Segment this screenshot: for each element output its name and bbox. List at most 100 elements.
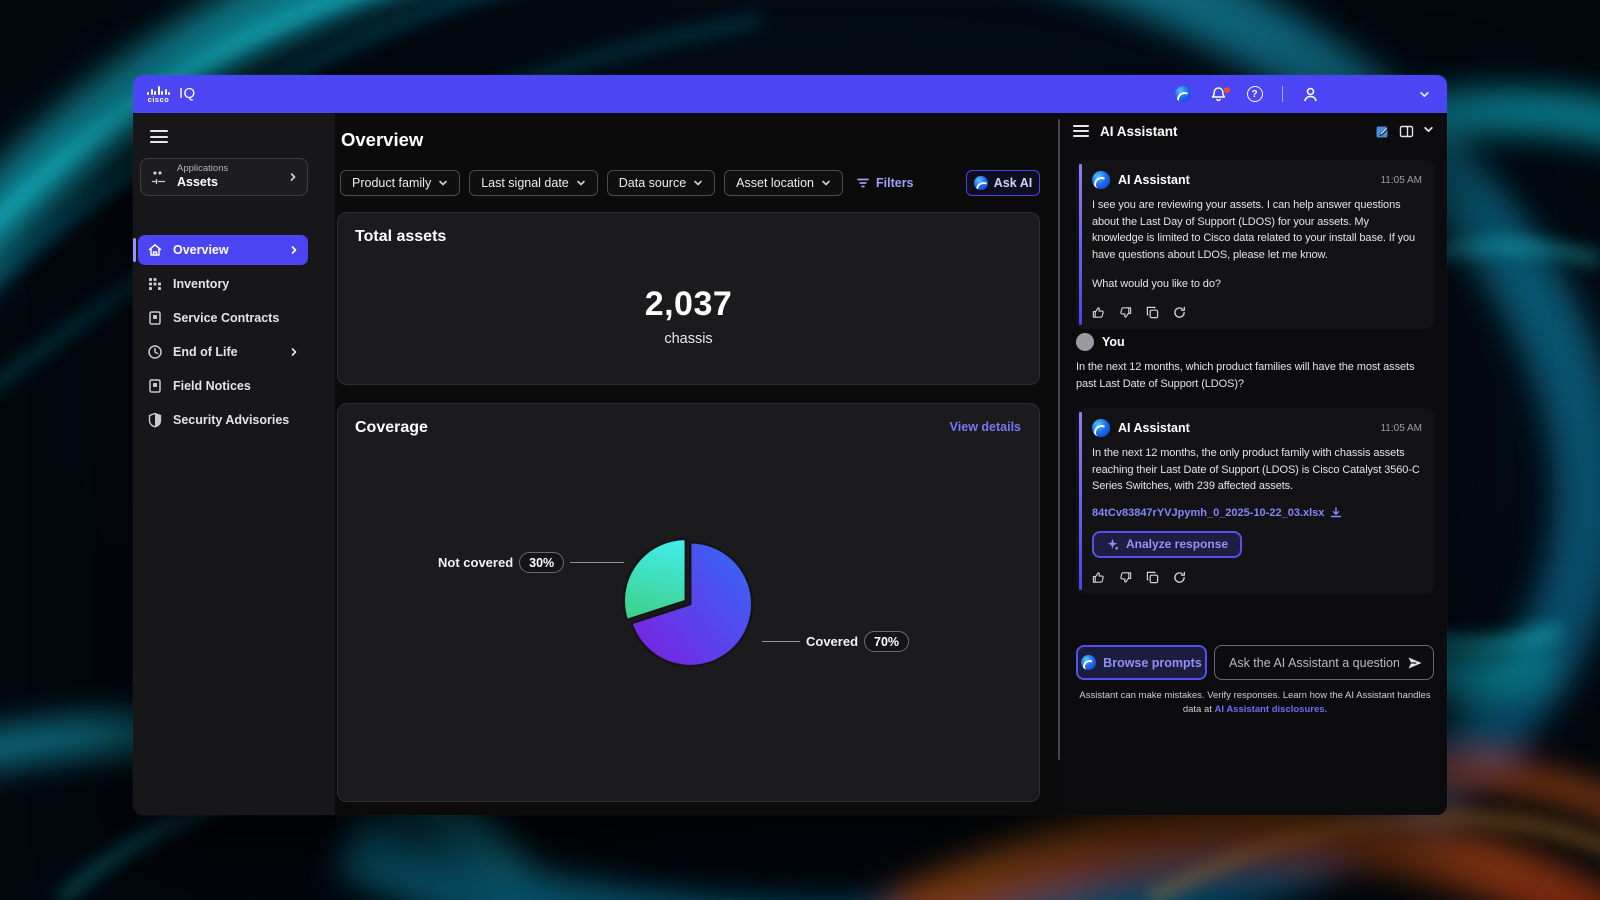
sidebar-nav: Overview Inventory Service Contracts End… xyxy=(138,235,308,435)
message-text: What would you like to do? xyxy=(1092,276,1422,293)
sidebar: Applications Assets Overview Inventory S… xyxy=(133,113,335,815)
chevron-right-icon xyxy=(288,172,298,182)
message-time: 11:05 AM xyxy=(1380,175,1422,186)
sidebar-item-end-of-life[interactable]: End of Life xyxy=(138,337,308,367)
ai-panel-footer: Browse prompts Assistant can make mistak… xyxy=(1076,645,1434,717)
coverage-title: Coverage xyxy=(355,419,428,437)
help-icon[interactable]: ? xyxy=(1246,86,1263,103)
thumbs-down-icon[interactable] xyxy=(1119,306,1132,319)
sidebar-menu-icon[interactable] xyxy=(150,130,168,143)
panel-layout-icon[interactable] xyxy=(1399,124,1414,139)
thumbs-down-icon[interactable] xyxy=(1119,571,1132,584)
sidebar-item-overview[interactable]: Overview xyxy=(138,235,308,265)
chevron-right-icon xyxy=(289,245,299,255)
total-assets-card: Total assets 2,037 chassis xyxy=(337,212,1040,385)
message-sender: AI Assistant xyxy=(1118,421,1372,435)
message-sender: AI Assistant xyxy=(1118,173,1372,187)
cisco-logo-icon: cisco xyxy=(147,86,170,104)
leader-line xyxy=(570,562,624,564)
coverage-card: Coverage View details Not covered xyxy=(337,403,1040,802)
regenerate-icon[interactable] xyxy=(1173,306,1186,319)
clock-icon xyxy=(147,344,163,360)
send-icon[interactable] xyxy=(1407,655,1423,671)
analyze-response-button[interactable]: Analyze response xyxy=(1092,531,1242,558)
sidebar-item-inventory[interactable]: Inventory xyxy=(138,269,308,299)
disclosures-link[interactable]: AI Assistant disclosures. xyxy=(1215,704,1328,715)
app-switcher-label: Assets xyxy=(177,175,279,189)
not-covered-percent-badge: 30% xyxy=(519,552,564,573)
message-text: I see you are reviewing your assets. I c… xyxy=(1092,197,1422,263)
message-text: In the next 12 months, which product fam… xyxy=(1076,359,1436,392)
filter-data-source[interactable]: Data source xyxy=(607,170,715,196)
attachment-filename-link[interactable]: 84tCv83847rYVJpymh_0_2025-10-22_03.xlsx xyxy=(1092,507,1324,519)
sidebar-item-field-notices[interactable]: Field Notices xyxy=(138,371,308,401)
filter-asset-location[interactable]: Asset location xyxy=(724,170,843,196)
app-switcher-assets[interactable]: Applications Assets xyxy=(140,158,308,196)
account-caret-icon[interactable] xyxy=(1416,86,1433,103)
filter-product-family[interactable]: Product family xyxy=(340,170,460,196)
view-details-link[interactable]: View details xyxy=(950,420,1021,434)
filters-button[interactable]: Filters xyxy=(856,176,914,190)
product-name: IQ xyxy=(179,85,195,103)
ai-question-input[interactable] xyxy=(1229,656,1399,670)
topbar-icons: ? xyxy=(1174,75,1433,113)
total-assets-title: Total assets xyxy=(355,228,446,246)
user-message: You In the next 12 months, which product… xyxy=(1076,333,1436,392)
browse-prompts-button[interactable]: Browse prompts xyxy=(1076,645,1207,680)
funnel-icon xyxy=(856,176,870,190)
covered-label: Covered xyxy=(806,634,858,649)
total-assets-unit: chassis xyxy=(338,331,1039,347)
message-sender: You xyxy=(1102,335,1436,349)
home-icon xyxy=(147,242,163,258)
document-icon xyxy=(147,378,163,394)
ai-message-1: AI Assistant 11:05 AM I see you are revi… xyxy=(1076,160,1434,329)
download-icon[interactable] xyxy=(1330,507,1342,519)
not-covered-label: Not covered xyxy=(438,555,513,570)
ask-ai-button[interactable]: Ask AI xyxy=(966,170,1040,196)
chevron-down-icon xyxy=(438,178,448,188)
panel-scrollbar[interactable] xyxy=(1058,119,1060,760)
covered-callout: Covered 70% xyxy=(762,631,909,652)
message-text: In the next 12 months, the only product … xyxy=(1092,445,1422,495)
ai-avatar xyxy=(1092,419,1110,437)
leader-line xyxy=(762,641,800,643)
brand: cisco IQ xyxy=(147,85,195,103)
regenerate-icon[interactable] xyxy=(1173,571,1186,584)
thumbs-up-icon[interactable] xyxy=(1092,571,1105,584)
ai-panel-title: AI Assistant xyxy=(1100,124,1364,139)
ai-avatar xyxy=(1092,171,1110,189)
copy-icon[interactable] xyxy=(1146,306,1159,319)
app-window: cisco IQ ? Applications Assets Ov xyxy=(133,75,1447,815)
app-switcher-eyebrow: Applications xyxy=(177,164,279,175)
chevron-down-icon xyxy=(821,178,831,188)
attachment-link-row[interactable]: 84tCv83847rYVJpymh_0_2025-10-22_03.xlsx xyxy=(1092,507,1422,519)
sidebar-item-service-contracts[interactable]: Service Contracts xyxy=(138,303,308,333)
document-icon xyxy=(147,310,163,326)
chevron-down-icon xyxy=(576,178,586,188)
sidebar-item-security-advisories[interactable]: Security Advisories xyxy=(138,405,308,435)
thumbs-up-icon[interactable] xyxy=(1092,306,1105,319)
new-chat-compose-icon[interactable] xyxy=(1375,124,1390,139)
applications-icon xyxy=(150,168,168,186)
coverage-pie-chart[interactable] xyxy=(613,526,763,679)
panel-layout-caret-icon[interactable] xyxy=(1423,124,1434,139)
app-topbar: cisco IQ ? xyxy=(133,75,1447,113)
user-avatar xyxy=(1076,333,1094,351)
user-account-icon[interactable] xyxy=(1302,86,1319,103)
covered-percent-badge: 70% xyxy=(864,631,909,652)
inventory-grid-icon xyxy=(147,276,163,292)
ai-logo-icon xyxy=(974,176,988,190)
ai-panel-header: AI Assistant xyxy=(1060,113,1447,149)
ai-message-2: AI Assistant 11:05 AM In the next 12 mon… xyxy=(1076,408,1434,594)
filter-bar: Product family Last signal date Data sou… xyxy=(340,170,914,196)
notifications-bell-icon[interactable] xyxy=(1210,86,1227,103)
copy-icon[interactable] xyxy=(1146,571,1159,584)
ai-assistant-icon[interactable] xyxy=(1174,86,1191,103)
ai-disclaimer: Assistant can make mistakes. Verify resp… xyxy=(1076,689,1434,717)
chevron-down-icon xyxy=(693,178,703,188)
ai-question-input-wrap xyxy=(1214,645,1434,680)
main-content: Overview Product family Last signal date… xyxy=(335,113,1060,815)
filter-last-signal-date[interactable]: Last signal date xyxy=(469,170,598,196)
total-assets-value: 2,037 xyxy=(338,285,1039,324)
ai-panel-menu-icon[interactable] xyxy=(1073,125,1089,137)
